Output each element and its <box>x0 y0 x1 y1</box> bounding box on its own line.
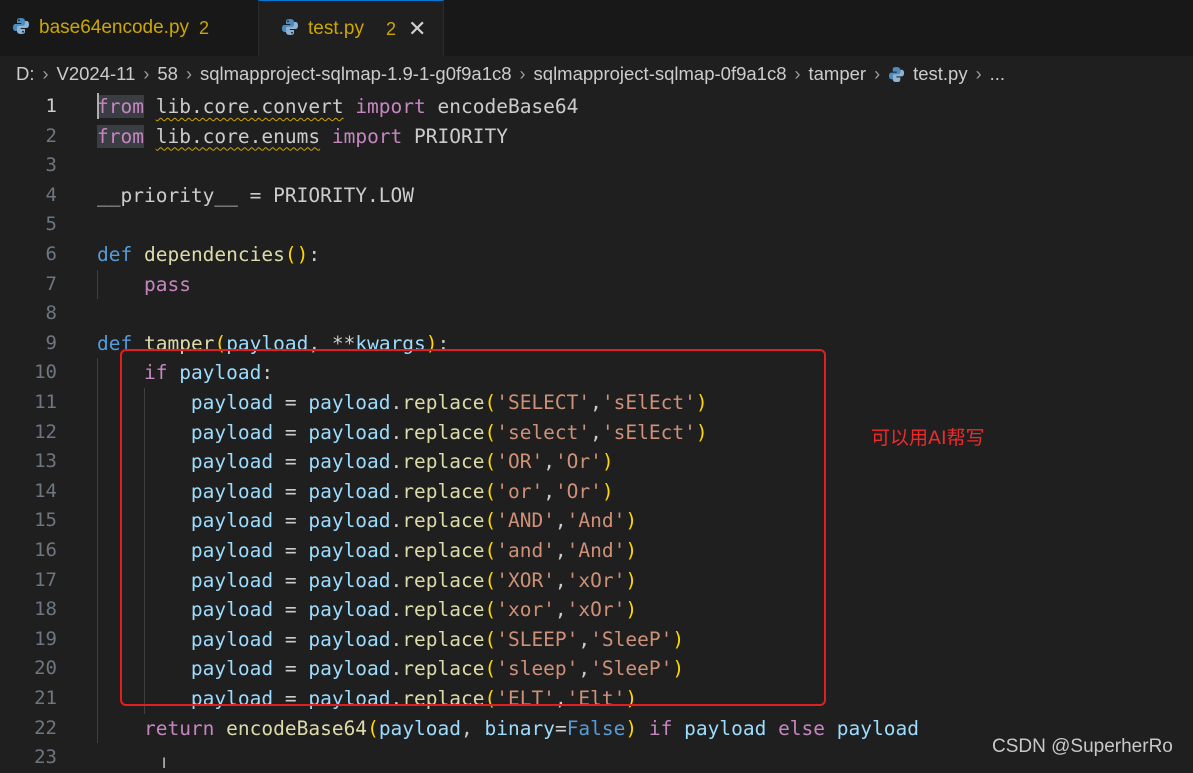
code-line[interactable]: 13 payload = payload.replace('OR','Or') <box>0 447 1193 477</box>
code-line[interactable]: 1 from lib.core.convert import encodeBase… <box>0 92 1193 122</box>
line-number: 19 <box>34 627 57 650</box>
code-text: def dependencies(): <box>97 243 321 266</box>
indent-guide <box>97 358 98 744</box>
code-line[interactable]: 12 payload = payload.replace('select','s… <box>0 418 1193 448</box>
code-line[interactable]: 14 payload = payload.replace('or','Or') <box>0 477 1193 507</box>
text-cursor-icon: I <box>162 756 167 772</box>
breadcrumb-item[interactable]: V2024-11 <box>57 63 136 85</box>
python-icon <box>12 17 30 39</box>
line-number: 4 <box>45 183 57 206</box>
code-line[interactable]: 19 payload = payload.replace('SLEEP','Sl… <box>0 625 1193 655</box>
code-line[interactable]: 5 <box>0 210 1193 240</box>
line-number: 22 <box>34 716 57 739</box>
code-text: __priority__ = PRIORITY.LOW <box>97 183 415 207</box>
breadcrumb: D: › V2024-11 › 58 › sqlmapproject-sqlma… <box>0 56 1193 92</box>
code-line[interactable]: 11 payload = payload.replace('SELECT','s… <box>0 388 1193 418</box>
breadcrumb-file[interactable]: test.py <box>913 63 968 85</box>
breadcrumb-item[interactable]: sqlmapproject-sqlmap-1.9-1-g0f9a1c8 <box>200 63 512 85</box>
line-number: 14 <box>34 479 57 502</box>
line-number: 17 <box>34 568 57 591</box>
line-number: 20 <box>34 657 57 680</box>
tab-bar: base64encode.py 2 test.py 2 ✕ <box>0 0 1193 57</box>
line-number: 7 <box>45 272 57 295</box>
code-line[interactable]: 6 def dependencies(): <box>0 240 1193 270</box>
code-line[interactable]: 7 pass <box>0 270 1193 300</box>
indent-guide <box>143 388 145 714</box>
code-text: payload = payload.replace('xor','xOr') <box>190 598 638 622</box>
breadcrumb-more[interactable]: ... <box>990 63 1005 85</box>
code-line[interactable]: 18 payload = payload.replace('xor','xOr'… <box>0 595 1193 625</box>
line-number: 1 <box>45 95 57 117</box>
code-line[interactable]: 20 payload = payload.replace('sleep','Sl… <box>0 654 1193 684</box>
line-number: 18 <box>34 598 57 621</box>
code-text: payload = payload.replace('select','sElE… <box>190 420 708 444</box>
line-number: 12 <box>34 420 57 443</box>
annotation-text: 可以用AI帮写 <box>871 427 985 449</box>
line-number: 21 <box>34 687 57 709</box>
line-number: 6 <box>45 243 57 265</box>
close-icon[interactable]: ✕ <box>408 17 426 42</box>
code-line[interactable]: 15 payload = payload.replace('AND','And'… <box>0 506 1193 536</box>
problems-count-badge: 2 <box>199 17 210 38</box>
tab-label: base64encode.py <box>39 17 190 38</box>
code-text: if payload: <box>143 361 274 385</box>
line-number: 5 <box>45 213 57 236</box>
breadcrumb-item[interactable]: D: <box>16 63 35 85</box>
line-number: 10 <box>34 361 57 384</box>
chevron-right-icon: › <box>185 63 192 84</box>
code-text: payload = payload.replace('AND','And') <box>190 509 638 533</box>
python-icon <box>281 18 299 40</box>
code-line[interactable]: 9 def tamper(payload, **kwargs): <box>0 329 1193 359</box>
line-number: 15 <box>34 509 57 532</box>
code-text: payload = payload.replace('and','And') <box>190 539 638 562</box>
watermark: CSDN @SuperherRo <box>992 736 1173 757</box>
code-text: from lib.core.convert import encodeBase6… <box>97 95 579 118</box>
tab-label: test.py <box>308 18 364 39</box>
code-line[interactable]: 3 <box>0 151 1193 181</box>
tab-test[interactable]: test.py 2 ✕ <box>258 0 444 57</box>
code-line[interactable]: 17 payload = payload.replace('XOR','xOr'… <box>0 566 1193 596</box>
code-text: payload = payload.replace('XOR','xOr') <box>190 568 638 592</box>
code-text: pass <box>143 272 191 296</box>
problems-count-badge: 2 <box>385 18 396 39</box>
code-text: payload = payload.replace('ELT','Elt') <box>190 687 638 710</box>
tab-base64encode[interactable]: base64encode.py 2 <box>0 0 255 56</box>
code-text: payload = payload.replace('OR','Or') <box>190 450 614 474</box>
code-line[interactable]: 4 __priority__ = PRIORITY.LOW <box>0 181 1193 211</box>
chevron-right-icon: › <box>794 63 801 84</box>
code-editor[interactable]: 1 from lib.core.convert import encodeBase… <box>0 92 1193 769</box>
indent-guide <box>97 269 98 300</box>
chevron-right-icon: › <box>874 63 881 84</box>
line-number: 2 <box>45 124 57 147</box>
code-line[interactable]: 8 <box>0 299 1193 329</box>
code-line[interactable]: 2 from lib.core.enums import PRIORITY <box>0 122 1193 152</box>
code-line[interactable]: 10 if payload: <box>0 358 1193 388</box>
code-line[interactable]: 16 payload = payload.replace('and','And'… <box>0 536 1193 566</box>
code-text: return encodeBase64(payload, binary=Fals… <box>143 716 919 740</box>
code-text: payload = payload.replace('sleep','SleeP… <box>190 657 685 681</box>
breadcrumb-item[interactable]: tamper <box>809 63 867 85</box>
line-number: 13 <box>34 450 57 473</box>
line-number: 9 <box>45 331 57 354</box>
line-number: 8 <box>45 302 57 325</box>
line-number: 23 <box>34 746 57 769</box>
chevron-right-icon: › <box>42 63 49 84</box>
code-text: payload = payload.replace('or','Or') <box>190 479 614 503</box>
chevron-right-icon: › <box>975 63 982 84</box>
text-cursor <box>97 93 99 119</box>
line-number: 16 <box>34 539 57 561</box>
code-text: payload = payload.replace('SLEEP','SleeP… <box>190 627 685 651</box>
line-number: 11 <box>34 391 57 413</box>
chevron-right-icon: › <box>519 63 526 84</box>
code-line[interactable]: 21 payload = payload.replace('ELT','Elt'… <box>0 684 1193 714</box>
code-text: def tamper(payload, **kwargs): <box>97 331 450 355</box>
breadcrumb-item[interactable]: sqlmapproject-sqlmap-0f9a1c8 <box>534 63 787 85</box>
line-number: 3 <box>45 154 57 177</box>
code-text: from lib.core.enums import PRIORITY <box>97 124 508 148</box>
breadcrumb-item[interactable]: 58 <box>157 63 178 85</box>
chevron-right-icon: › <box>143 63 150 84</box>
python-icon <box>888 66 905 83</box>
code-text: payload = payload.replace('SELECT','sElE… <box>190 391 708 414</box>
